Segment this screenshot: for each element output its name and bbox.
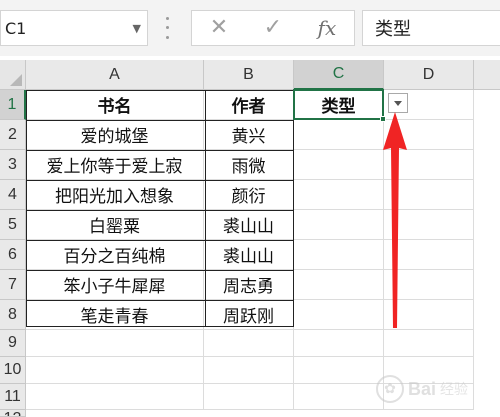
formula-buttons: ✕ ✓ fx	[191, 10, 355, 46]
name-box[interactable]: C1 ▼	[0, 10, 148, 46]
cell-a2[interactable]: 爱的城堡	[26, 120, 204, 150]
baidu-watermark: ✿ Bai 经验	[376, 366, 496, 412]
select-all-icon	[10, 74, 22, 86]
more-options-icon[interactable]	[163, 14, 171, 42]
cell-a9[interactable]	[26, 330, 204, 357]
column-header-a[interactable]: A	[26, 60, 204, 90]
spreadsheet-grid: A B C D 1 2 3 4 5 6 7 8 9 10 11 12 书名 作者…	[0, 56, 500, 417]
cell-a11[interactable]	[26, 384, 204, 410]
cell-b5[interactable]: 裘山山	[204, 210, 294, 240]
cell-d2[interactable]	[384, 120, 474, 150]
watermark-sub: 经验	[440, 382, 469, 398]
cell-d3[interactable]	[384, 150, 474, 180]
row-header-6[interactable]: 6	[0, 240, 26, 270]
cell-b1[interactable]: 作者	[204, 90, 294, 120]
cell-a4[interactable]: 把阳光加入想象	[26, 180, 204, 210]
cell-d4[interactable]	[384, 180, 474, 210]
paw-logo-icon: ✿	[376, 375, 404, 403]
cell-c2[interactable]	[294, 120, 384, 150]
formula-input-value[interactable]: 类型	[375, 15, 411, 41]
cell-b8[interactable]: 周跃刚	[204, 300, 294, 330]
cell-d9[interactable]	[384, 330, 474, 357]
cell-b2[interactable]: 黄兴	[204, 120, 294, 150]
watermark-text: Bai	[408, 378, 437, 399]
select-all-corner[interactable]	[0, 60, 26, 90]
row-header-12[interactable]: 12	[0, 410, 26, 417]
cell-c11[interactable]	[294, 384, 384, 410]
cell-c9[interactable]	[294, 330, 384, 357]
row-header-3[interactable]: 3	[0, 150, 26, 180]
column-header-d[interactable]: D	[384, 60, 474, 90]
cell-d7[interactable]	[384, 270, 474, 300]
cell-a6[interactable]: 百分之百纯棉	[26, 240, 204, 270]
cell-b11[interactable]	[204, 384, 294, 410]
row-header-7[interactable]: 7	[0, 270, 26, 300]
row-header-1[interactable]: 1	[0, 90, 26, 120]
cell-a10[interactable]	[26, 357, 204, 384]
cell-c10[interactable]	[294, 357, 384, 384]
row-header-10[interactable]: 10	[0, 357, 26, 384]
cell-d8[interactable]	[384, 300, 474, 330]
cell-c7[interactable]	[294, 270, 384, 300]
cell-c1[interactable]: 类型	[294, 90, 384, 120]
cell-b7[interactable]: 周志勇	[204, 270, 294, 300]
column-header-b[interactable]: B	[204, 60, 294, 90]
cell-d6[interactable]	[384, 240, 474, 270]
formula-bar: C1 ▼ ✕ ✓ fx 类型	[0, 0, 500, 56]
chevron-down-icon[interactable]: ▼	[133, 22, 141, 35]
column-header-e[interactable]	[474, 60, 500, 90]
cell-c3[interactable]	[294, 150, 384, 180]
row-header-8[interactable]: 8	[0, 300, 26, 330]
cell-b10[interactable]	[204, 357, 294, 384]
cell-b3[interactable]: 雨微	[204, 150, 294, 180]
row-header-5[interactable]: 5	[0, 210, 26, 240]
cell-a8[interactable]: 笔走青春	[26, 300, 204, 330]
cell-b9[interactable]	[204, 330, 294, 357]
row-header-9[interactable]: 9	[0, 330, 26, 357]
row-header-2[interactable]: 2	[0, 120, 26, 150]
cell-a3[interactable]: 爱上你等于爱上寂	[26, 150, 204, 180]
cell-c8[interactable]	[294, 300, 384, 330]
cell-c6[interactable]	[294, 240, 384, 270]
cell-c5[interactable]	[294, 210, 384, 240]
cell-a1[interactable]: 书名	[26, 90, 204, 120]
name-box-value[interactable]: C1	[5, 19, 26, 38]
cell-d5[interactable]	[384, 210, 474, 240]
insert-function-icon[interactable]: fx	[318, 16, 337, 40]
check-icon[interactable]: ✓	[264, 17, 282, 39]
cell-c4[interactable]	[294, 180, 384, 210]
cell-b4[interactable]: 颜衍	[204, 180, 294, 210]
close-icon[interactable]: ✕	[210, 17, 228, 39]
row-header-4[interactable]: 4	[0, 180, 26, 210]
formula-input[interactable]: 类型	[362, 10, 500, 46]
column-header-c[interactable]: C	[294, 60, 384, 90]
cell-a5[interactable]: 白罂粟	[26, 210, 204, 240]
dropdown-button[interactable]	[388, 93, 408, 113]
chevron-down-icon	[394, 100, 402, 106]
row-header-11[interactable]: 11	[0, 384, 26, 410]
cell-b6[interactable]: 裘山山	[204, 240, 294, 270]
cell-a7[interactable]: 笨小子牛犀犀	[26, 270, 204, 300]
